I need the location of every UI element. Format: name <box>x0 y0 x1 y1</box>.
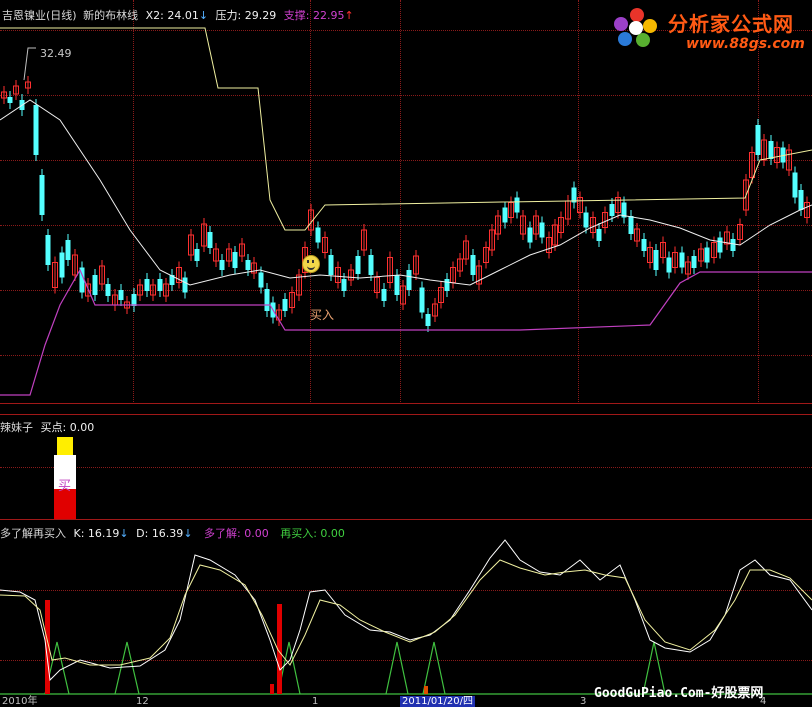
candle-body <box>258 272 264 288</box>
candle-body <box>207 232 213 248</box>
indicator-name: 新的布林线 <box>83 9 139 22</box>
candle-body <box>798 190 804 210</box>
candle-body <box>571 187 577 203</box>
candle-body <box>264 289 270 311</box>
buy-bar-char: 买 <box>58 479 72 494</box>
candle-body <box>59 252 65 278</box>
rebuy-signal <box>114 641 140 695</box>
candle-body <box>641 239 647 251</box>
candle-body <box>245 260 251 270</box>
candle-body <box>539 222 545 238</box>
candle-body <box>328 255 334 275</box>
watermark-logo: 分析家公式网 www.88gs.com <box>612 2 812 54</box>
x-axis-label: 2010年 <box>2 696 38 707</box>
k-line <box>0 539 812 682</box>
candle-body <box>33 105 39 155</box>
kd-chart-svg <box>0 539 812 695</box>
high-price-label: 32.49 <box>40 47 72 60</box>
spicy-girl-panel[interactable]: 辣妹子 买点: 0.00 买 <box>0 415 812 519</box>
candle-body <box>768 141 774 159</box>
smiley-face-icon <box>302 255 320 273</box>
boll-upper-line <box>0 27 812 231</box>
footer-watermark: GoodGuPiao.Com-好股票网 <box>594 686 764 701</box>
buy-point-value: 买点: 0.00 <box>40 421 95 434</box>
candle-body <box>406 270 412 290</box>
candle-body <box>7 97 13 103</box>
candle-body <box>666 257 672 273</box>
pressure-value: 压力: 29.29 <box>215 9 277 22</box>
candle-body <box>182 277 188 293</box>
x-axis-label: 12 <box>136 696 149 707</box>
watermark-url: www.88gs.com <box>686 36 805 52</box>
candle-body <box>596 229 602 241</box>
rebuy-signal <box>385 641 409 695</box>
buy-signal-label: 买入 <box>310 308 335 322</box>
candle-body <box>425 314 431 326</box>
watermark-brand: 分析家公式网 <box>668 12 794 36</box>
candle-body <box>118 290 124 300</box>
candle-body <box>755 125 761 155</box>
candle-body <box>583 212 589 228</box>
main-chart-panel[interactable]: 吉恩镍业(日线) 新的布林线 X2: 24.01↓ 压力: 29.29 支撑: … <box>0 0 812 402</box>
high-price-marker <box>23 47 36 81</box>
candle-body <box>105 284 111 296</box>
more-info-bar <box>424 686 428 694</box>
x2-value: X2: 24.01 <box>145 9 199 22</box>
candle-body <box>609 204 615 216</box>
candle-body <box>730 239 736 251</box>
candle-body <box>131 294 137 306</box>
candle-body <box>368 255 374 275</box>
kd-panel[interactable]: 多了解再买入 K: 16.19↓ D: 16.39↓ 多了解: 0.00 再买入… <box>0 520 812 696</box>
x-axis-label: 1 <box>312 696 319 707</box>
down-arrow-icon: ↓ <box>198 9 209 22</box>
candle-body <box>691 256 697 268</box>
candle-body <box>419 287 425 313</box>
mid-panel-title: 辣妹子 <box>0 421 33 434</box>
candle-body <box>65 240 71 260</box>
more-info-bar <box>270 684 274 694</box>
candle-body <box>232 252 238 268</box>
candle-body <box>355 256 361 274</box>
candle-body <box>653 250 659 270</box>
boll-mid-line <box>0 99 812 286</box>
candle-body <box>792 172 798 198</box>
buy-bar-yellow <box>57 437 73 455</box>
candle-body <box>628 216 634 234</box>
candle-body <box>157 279 163 291</box>
candle-body <box>514 197 520 213</box>
candle-body <box>194 249 200 261</box>
candle-body <box>92 275 98 295</box>
x-axis-label: 3 <box>580 696 587 707</box>
candle-body <box>527 227 533 243</box>
candle-body <box>444 279 450 291</box>
flower-logo-icon <box>612 6 660 50</box>
candle-body <box>39 175 45 215</box>
candle-body <box>717 237 723 253</box>
candle-body <box>144 279 150 291</box>
candle-body <box>315 227 321 243</box>
main-chart-svg <box>0 27 812 396</box>
candle-body <box>394 275 400 295</box>
candle-body <box>45 235 51 265</box>
x-axis-label-highlight: 2011/01/20/四 <box>400 696 476 707</box>
support-value: 支撑: 22.95 <box>283 9 345 22</box>
candle-body <box>219 260 225 270</box>
candle-body <box>470 255 476 275</box>
up-arrow-icon: ↑ <box>344 9 354 22</box>
stock-title: 吉恩镍业(日线) <box>2 9 77 22</box>
candle-body <box>704 247 710 263</box>
candle-body <box>381 289 387 301</box>
candle-body <box>502 207 508 223</box>
candle-body <box>341 279 347 291</box>
candle-body <box>679 252 685 268</box>
candle-body <box>282 299 288 311</box>
d-line <box>0 559 812 666</box>
